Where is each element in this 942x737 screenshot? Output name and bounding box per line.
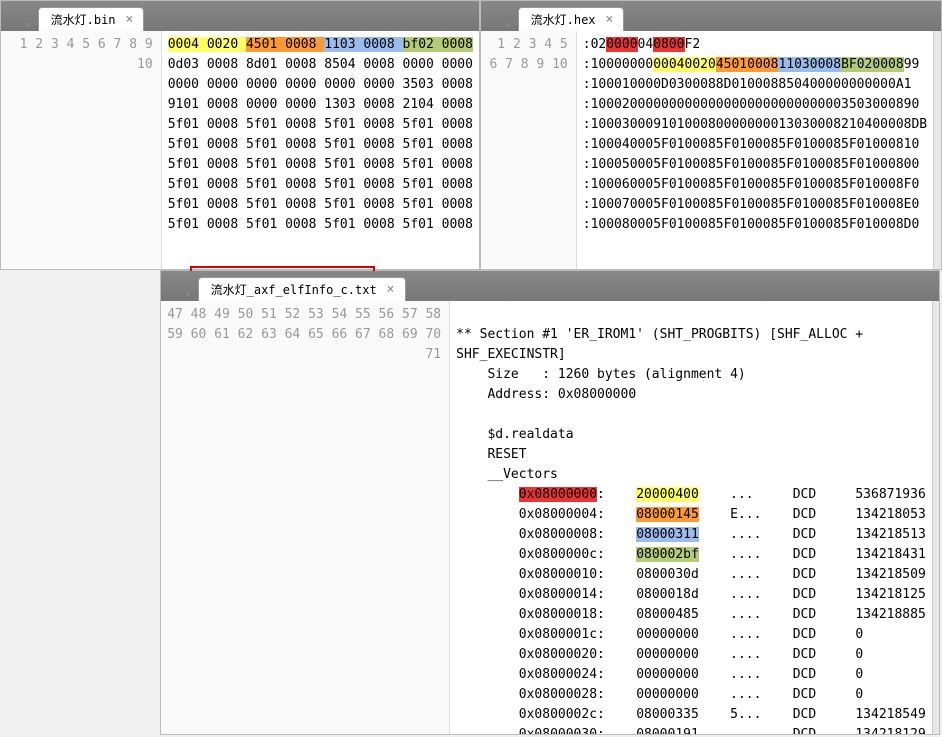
hex-code[interactable]: :020000040800F2 :10000000000400204501000…	[577, 31, 933, 269]
tab-bar-bin: ▾ 流水灯.bin ×	[1, 1, 479, 31]
close-icon[interactable]: ×	[606, 12, 614, 27]
txt-code[interactable]: ** Section #1 'ER_IROM1' (SHT_PROGBITS) …	[450, 301, 932, 734]
close-icon[interactable]: ×	[387, 282, 395, 297]
txt-pane: ▾ 流水灯_axf_elfInfo_c.txt × 47 48 49 50 51…	[160, 270, 940, 735]
tab-bin[interactable]: 流水灯.bin ×	[38, 7, 145, 31]
tab-bar-txt: ▾ 流水灯_axf_elfInfo_c.txt ×	[161, 271, 939, 301]
line-numbers: 47 48 49 50 51 52 53 54 55 56 57 58 59 6…	[161, 301, 450, 734]
chevron-down-icon[interactable]: ▾	[499, 16, 518, 31]
hex-pane: ▾ 流水灯.hex × 1 2 3 4 5 6 7 8 9 10 :020000…	[480, 0, 942, 270]
tab-label: 流水灯.bin	[51, 11, 116, 28]
tab-label: 流水灯.hex	[531, 11, 596, 28]
scrollbar-vertical[interactable]	[933, 31, 941, 269]
line-numbers: 1 2 3 4 5 6 7 8 9 10	[481, 31, 577, 269]
tab-hex[interactable]: 流水灯.hex ×	[518, 7, 625, 31]
tab-label: 流水灯_axf_elfInfo_c.txt	[211, 281, 377, 298]
close-icon[interactable]: ×	[126, 12, 134, 27]
chevron-down-icon[interactable]: ▾	[179, 286, 198, 301]
chevron-down-icon[interactable]: ▾	[19, 16, 38, 31]
bin-code[interactable]: 0004 0020 4501 0008 1103 0008 bf02 0008 …	[162, 31, 479, 269]
bin-pane: ▾ 流水灯.bin × 1 2 3 4 5 6 7 8 9 10 0004 00…	[0, 0, 480, 270]
scrollbar-vertical[interactable]	[932, 301, 939, 734]
line-numbers: 1 2 3 4 5 6 7 8 9 10	[1, 31, 162, 269]
tab-txt[interactable]: 流水灯_axf_elfInfo_c.txt ×	[198, 277, 406, 301]
tab-bar-hex: ▾ 流水灯.hex ×	[481, 1, 941, 31]
